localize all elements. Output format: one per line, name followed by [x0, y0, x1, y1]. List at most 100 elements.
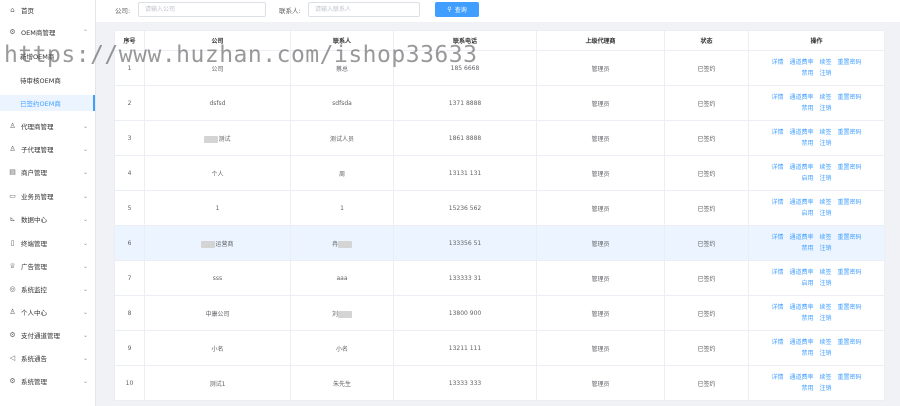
- menu-data-center[interactable]: ⊾ 数据中心 ⌄: [0, 211, 96, 227]
- toggle-link[interactable]: 禁用: [801, 385, 813, 392]
- cancel-link[interactable]: 注销: [820, 210, 832, 217]
- renew-link[interactable]: 续签: [820, 304, 832, 311]
- cell-company: 测试1: [144, 365, 291, 401]
- menu-merchant[interactable]: ▤ 商户管理 ⌄: [0, 164, 96, 180]
- menu-notice[interactable]: ◁ 系统通告 ⌄: [0, 350, 96, 366]
- reset-password-link[interactable]: 重置密码: [838, 129, 862, 136]
- renew-link[interactable]: 续签: [820, 234, 832, 241]
- cell-phone: 13211 111: [393, 330, 537, 366]
- menu-label: 代理商管理: [21, 123, 54, 131]
- col-header: 状态: [664, 30, 749, 51]
- detail-link[interactable]: 详情: [771, 374, 783, 381]
- toggle-link[interactable]: 禁用: [801, 315, 813, 322]
- menu-sub-agent[interactable]: ♙ 子代理管理 ⌄: [0, 141, 96, 157]
- cell-company: 中康公司: [144, 295, 291, 331]
- renew-link[interactable]: 续签: [820, 199, 832, 206]
- channel-rate-link[interactable]: 通道费率: [789, 339, 813, 346]
- cancel-link[interactable]: 注销: [820, 105, 832, 112]
- detail-link[interactable]: 详情: [771, 234, 783, 241]
- detail-link[interactable]: 详情: [771, 304, 783, 311]
- reset-password-link[interactable]: 重置密码: [838, 94, 862, 101]
- table-row: 9 小名 小名 13211 111 管理员 已签约 详情 通道费率 续签 重置密码 禁用 注销: [114, 330, 885, 366]
- menu-terminal[interactable]: ▯ 终端管理 ⌄: [0, 235, 96, 251]
- menu-agent[interactable]: ♙ 代理商管理 ⌄: [0, 118, 96, 134]
- toggle-link[interactable]: 禁用: [801, 140, 813, 147]
- reset-password-link[interactable]: 重置密码: [838, 339, 862, 346]
- cell-status: 已签约: [664, 155, 749, 191]
- toggle-link[interactable]: 启用: [801, 210, 813, 217]
- renew-link[interactable]: 续签: [820, 269, 832, 276]
- sub-item-pending-oem[interactable]: 待审核OEM商: [0, 72, 95, 88]
- channel-rate-link[interactable]: 通道费率: [789, 199, 813, 206]
- reset-password-link[interactable]: 重置密码: [838, 199, 862, 206]
- cancel-link[interactable]: 注销: [820, 385, 832, 392]
- reset-password-link[interactable]: 重置密码: [838, 234, 862, 241]
- menu-system[interactable]: ⚙ 系统管理 ⌄: [0, 373, 96, 389]
- menu-personal[interactable]: ♙ 个人中心 ⌄: [0, 304, 96, 320]
- sub-item-new-oem[interactable]: 新增OEM商: [0, 48, 95, 64]
- cell-company-text: 运营商: [215, 240, 234, 248]
- company-input[interactable]: [138, 2, 266, 17]
- cancel-link[interactable]: 注销: [820, 280, 832, 287]
- menu-oem[interactable]: ⚙ OEM商管理 ⌃: [0, 24, 96, 40]
- reset-password-link[interactable]: 重置密码: [838, 59, 862, 66]
- cell-phone: 1861 8888: [393, 120, 537, 156]
- cell-status: 已签约: [664, 50, 749, 86]
- detail-link[interactable]: 详情: [771, 94, 783, 101]
- channel-rate-link[interactable]: 通道费率: [789, 374, 813, 381]
- toggle-link[interactable]: 禁用: [801, 245, 813, 252]
- cancel-link[interactable]: 注销: [820, 245, 832, 252]
- toggle-link[interactable]: 启用: [801, 280, 813, 287]
- cancel-link[interactable]: 注销: [820, 315, 832, 322]
- cell-no: 1: [114, 50, 145, 86]
- cell-company-text: dsfsd: [209, 99, 226, 107]
- renew-link[interactable]: 续签: [820, 164, 832, 171]
- cell-no: 4: [114, 155, 145, 191]
- toggle-link[interactable]: 启用: [801, 175, 813, 182]
- reset-password-link[interactable]: 重置密码: [838, 374, 862, 381]
- cell-ops: 详情 通道费率 续签 重置密码启用 注销: [748, 155, 885, 191]
- monitor-icon: ◎: [9, 285, 16, 293]
- channel-rate-link[interactable]: 通道费率: [789, 94, 813, 101]
- detail-link[interactable]: 详情: [771, 164, 783, 171]
- menu-salesman[interactable]: ▭ 业务员管理 ⌄: [0, 188, 96, 204]
- renew-link[interactable]: 续签: [820, 339, 832, 346]
- id-card-icon: ▭: [9, 192, 16, 200]
- reset-password-link[interactable]: 重置密码: [838, 164, 862, 171]
- menu-monitor[interactable]: ◎ 系统监控 ⌄: [0, 281, 96, 297]
- renew-link[interactable]: 续签: [820, 129, 832, 136]
- channel-rate-link[interactable]: 通道费率: [789, 129, 813, 136]
- detail-link[interactable]: 详情: [771, 339, 783, 346]
- detail-link[interactable]: 详情: [771, 129, 783, 136]
- renew-link[interactable]: 续签: [820, 94, 832, 101]
- person-icon: ♙: [9, 308, 16, 316]
- menu-home[interactable]: ⌂ 首页: [0, 2, 96, 18]
- channel-rate-link[interactable]: 通道费率: [789, 234, 813, 241]
- detail-link[interactable]: 详情: [771, 269, 783, 276]
- toggle-link[interactable]: 禁用: [801, 350, 813, 357]
- cancel-link[interactable]: 注销: [820, 140, 832, 147]
- detail-link[interactable]: 详情: [771, 59, 783, 66]
- col-header: 联系人: [290, 30, 394, 51]
- channel-rate-link[interactable]: 通道费率: [789, 164, 813, 171]
- cancel-link[interactable]: 注销: [820, 175, 832, 182]
- channel-rate-link[interactable]: 通道费率: [789, 304, 813, 311]
- query-button[interactable]: ⚲ 查询: [435, 2, 479, 17]
- detail-link[interactable]: 详情: [771, 199, 783, 206]
- cancel-link[interactable]: 注销: [820, 70, 832, 77]
- renew-link[interactable]: 续签: [820, 374, 832, 381]
- reset-password-link[interactable]: 重置密码: [838, 269, 862, 276]
- sub-item-signed-oem[interactable]: 已签约OEM商: [0, 95, 95, 111]
- channel-rate-link[interactable]: 通道费率: [789, 269, 813, 276]
- renew-link[interactable]: 续签: [820, 59, 832, 66]
- cell-phone: 13800 900: [393, 295, 537, 331]
- menu-ads[interactable]: ♕ 广告管理 ⌄: [0, 258, 96, 274]
- contact-input[interactable]: [308, 2, 420, 17]
- reset-password-link[interactable]: 重置密码: [838, 304, 862, 311]
- cell-phone-text: 133333 31: [448, 274, 482, 282]
- cancel-link[interactable]: 注销: [820, 350, 832, 357]
- toggle-link[interactable]: 禁用: [801, 70, 813, 77]
- channel-rate-link[interactable]: 通道费率: [789, 59, 813, 66]
- toggle-link[interactable]: 禁用: [801, 105, 813, 112]
- menu-payment-channel[interactable]: ⚙ 支付通道管理 ⌄: [0, 327, 96, 343]
